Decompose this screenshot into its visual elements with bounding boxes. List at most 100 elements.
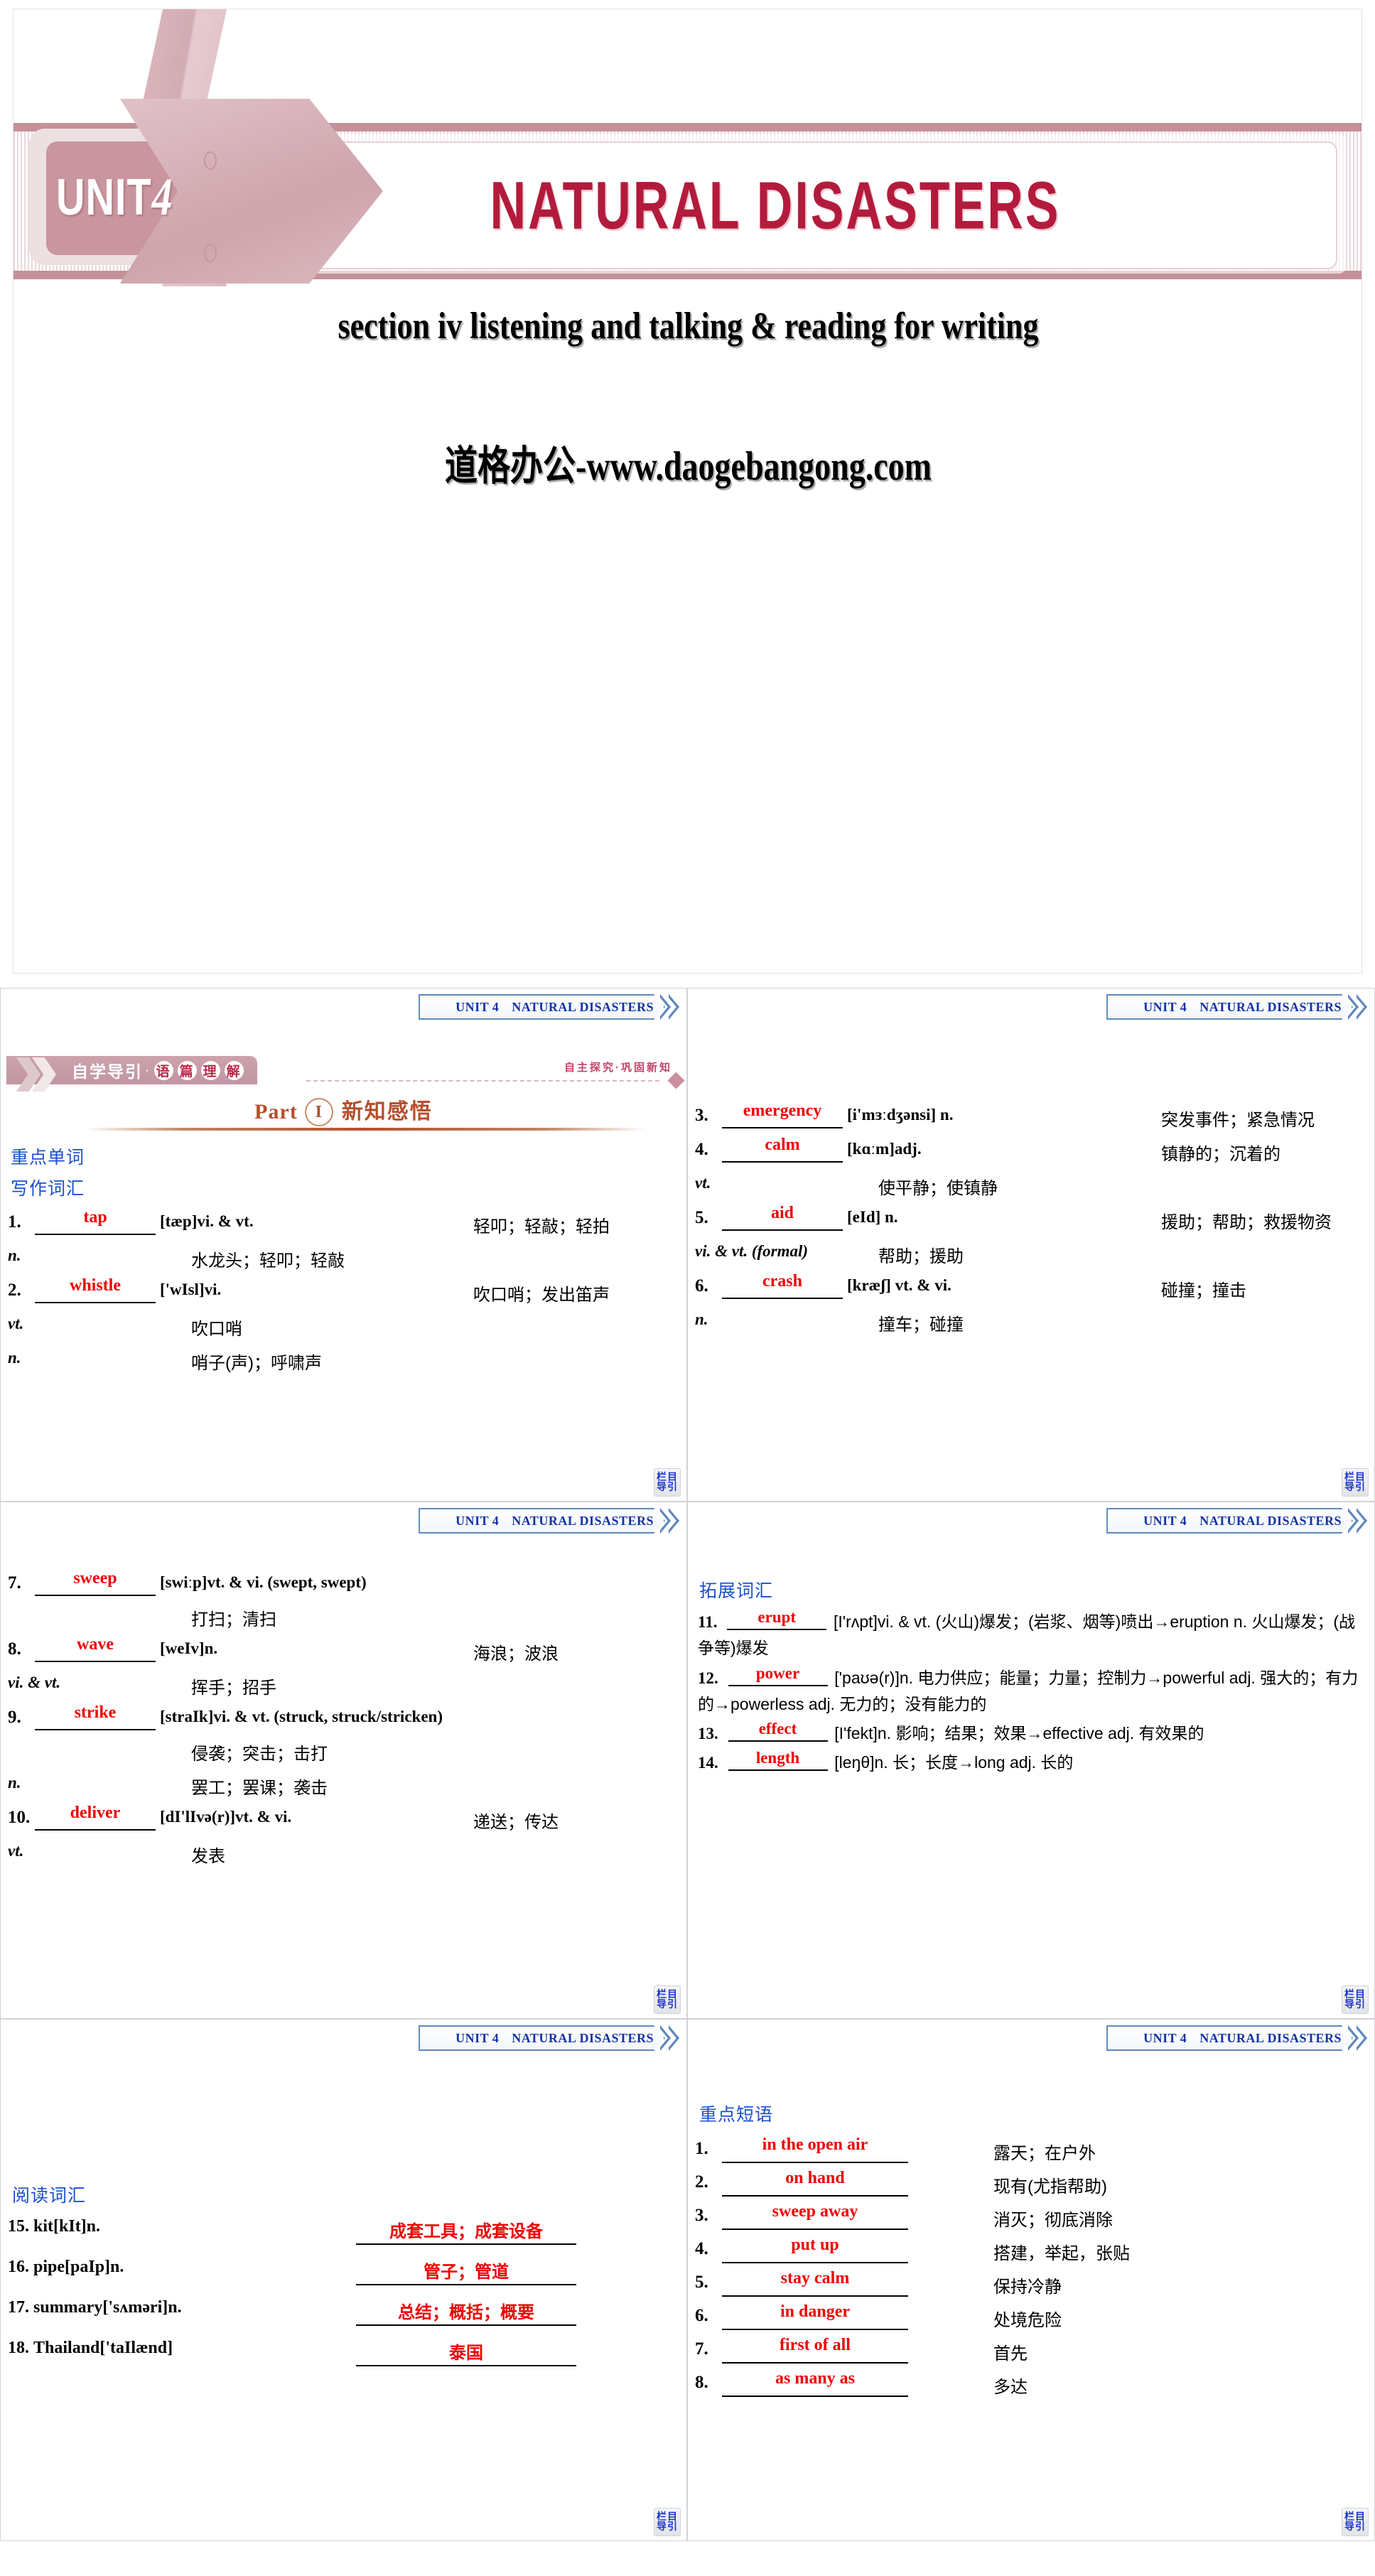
- section-tag-circled-0: 语: [153, 1060, 173, 1080]
- entry-number: 6.: [695, 2306, 708, 2325]
- subentry-pos: n.: [8, 1774, 21, 1791]
- slide-grid: UNIT 4 NATURAL DISASTERS 自学导引 · 语 篇 理 解 …: [0, 988, 1375, 2541]
- nav-index-button[interactable]: 栏目 导引: [1342, 2507, 1369, 2536]
- answer-text: length: [755, 1749, 800, 1767]
- entry-meaning: 轻叩；轻敲；轻拍: [473, 1217, 610, 1236]
- answer-blank: power: [728, 1664, 828, 1686]
- cover-subtitle: section iv listening and talking & readi…: [338, 305, 1039, 347]
- answer-blank: on hand: [722, 2169, 908, 2197]
- panel-ribbon-header: UNIT 4 NATURAL DISASTERS: [419, 1508, 679, 1534]
- answer-blank: tap: [35, 1208, 156, 1235]
- phrase-meaning: 保持冷静: [993, 2278, 1062, 2297]
- subentry-meaning: 侵袭；突击；击打: [191, 1745, 328, 1764]
- answer-text: erupt: [757, 1608, 797, 1626]
- word-entry: 7. sweep [swiːp]vt. & vi. (swept, swept): [1, 1569, 686, 1596]
- cover-title: NATURAL DISASTERS: [490, 168, 1061, 243]
- answer-blank: sweep: [35, 1569, 156, 1596]
- nav-button-line2: 导引: [1344, 1481, 1366, 1493]
- cover-slide: NATURAL DISASTERS UNIT4 section iv liste…: [0, 0, 1375, 988]
- answer-text: effect: [758, 1720, 797, 1737]
- entry-meaning: 镇静的；沉着的: [1161, 1145, 1280, 1164]
- extended-entry: 13. effect [I'fekt]n. 影响；结果；效果→effective…: [698, 1720, 1364, 1747]
- panel-ribbon-header: UNIT 4 NATURAL DISASTERS: [1106, 1508, 1367, 1534]
- answer-text: power: [755, 1664, 800, 1682]
- reading-entry-answer: 总结；概括；概要: [356, 2298, 576, 2326]
- ribbon-title: NATURAL DISASTERS: [1199, 2030, 1342, 2045]
- nav-button-line1: 栏目: [657, 1470, 678, 1482]
- nav-button-line1: 栏目: [657, 1988, 678, 2000]
- entry-word: pipe[paIp]n.: [33, 2258, 124, 2276]
- cover-brand-watermark: 道格办公-www.daogebangong.com: [445, 443, 932, 489]
- entry-number: 1.: [695, 2139, 708, 2158]
- phrase-entry: 2. on hand 现有(尤指帮助): [688, 2169, 1374, 2197]
- nav-button-line1: 栏目: [1344, 1988, 1366, 2000]
- section-tag-dashed-rule: [306, 1080, 659, 1082]
- nav-button-line1: 栏目: [657, 2510, 678, 2522]
- ribbon-unit: UNIT 4: [1143, 999, 1187, 1014]
- phrase-meaning: 消灭；彻底消除: [993, 2211, 1113, 2230]
- entry-phonetic-pos: [i'mɜːdʒənsi] n.: [847, 1106, 954, 1123]
- word-entry: 4. calm [kɑːm]adj. 镇静的；沉着的: [688, 1136, 1374, 1165]
- cover-ring-icon-bottom: [204, 244, 217, 262]
- reading-entry-answer: 成套工具；成套设备: [356, 2217, 576, 2245]
- phrase-meaning: 搭建，举起，张贴: [993, 2244, 1130, 2263]
- answer-text: deliver: [70, 1804, 121, 1822]
- slide-panel-4: UNIT 4 NATURAL DISASTERS 拓展词汇 11. erupt …: [687, 1502, 1375, 2019]
- entry-number: 8.: [8, 1639, 21, 1659]
- word-entry: 10. deliver [dI'lIvə(r)]vt. & vi. 递送；传达: [1, 1804, 686, 1833]
- reading-entry-left: 16. pipe[paIp]n.: [1, 2258, 356, 2277]
- answer-text: first of all: [780, 2336, 851, 2354]
- slide-panel-5: UNIT 4 NATURAL DISASTERS 阅读词汇 15. kit[kI…: [0, 2019, 687, 2541]
- answer-text: aid: [770, 1204, 794, 1222]
- nav-index-button[interactable]: 栏目 导引: [1342, 1985, 1369, 2014]
- nav-index-button[interactable]: 栏目 导引: [654, 1985, 681, 2014]
- phrase-meaning: 首先: [993, 2344, 1028, 2364]
- nav-button-line2: 导引: [657, 1481, 678, 1493]
- answer-blank: whistle: [35, 1276, 156, 1303]
- panel-ribbon-header: UNIT 4 NATURAL DISASTERS: [419, 994, 679, 1020]
- slide-panel-1: UNIT 4 NATURAL DISASTERS 自学导引 · 语 篇 理 解 …: [0, 988, 687, 1502]
- part-cn-title: 新知感悟: [341, 1100, 433, 1123]
- subentry-meaning: 水龙头；轻叩；轻敲: [191, 1251, 345, 1271]
- entry-meaning: 碰撞；撞击: [1161, 1281, 1246, 1300]
- nav-index-button[interactable]: 栏目 导引: [654, 1467, 681, 1497]
- entry-number: 2.: [8, 1281, 21, 1300]
- nav-index-button[interactable]: 栏目 导引: [1342, 1467, 1369, 1497]
- nav-index-button[interactable]: 栏目 导引: [654, 2507, 681, 2536]
- phrase-entry: 8. as many as 多达: [688, 2369, 1374, 2398]
- entry-number: 13.: [698, 1725, 718, 1742]
- answer-text: sweep away: [772, 2202, 858, 2221]
- cover-unit-word: UNIT: [56, 167, 152, 226]
- phrase-entry: 3. sweep away 消灭；彻底消除: [688, 2202, 1374, 2231]
- entry-number: 8.: [695, 2373, 708, 2392]
- subentry-pos: vt.: [8, 1842, 24, 1860]
- entry-phonetic-pos: [kɑːm]adj.: [847, 1140, 922, 1158]
- word-entry: 3. emergency [i'mɜːdʒənsi] n. 突发事件；紧急情况: [688, 1101, 1374, 1131]
- word-subentry: n. 哨子(声)；呼啸声: [1, 1349, 686, 1374]
- answer-text: strike: [74, 1703, 117, 1722]
- section-tag-right-text: 自主探究·巩固新知: [564, 1062, 672, 1074]
- slide-panel-6: UNIT 4 NATURAL DISASTERS 重点短语 1. in the …: [687, 2019, 1375, 2541]
- entry-number: 4.: [695, 1140, 708, 1159]
- word-subentry: 侵袭；突击；击打: [1, 1740, 686, 1764]
- subentry-pos: vi. & vt.: [8, 1674, 61, 1691]
- nav-button-line2: 导引: [657, 2521, 678, 2533]
- heading-writing-vocab: 写作词汇: [11, 1179, 85, 1199]
- ribbon-unit: UNIT 4: [1143, 2030, 1187, 2045]
- section-tag-circled-1: 篇: [177, 1060, 197, 1080]
- word-subentry: vt. 发表: [1, 1842, 686, 1867]
- answer-text: sweep: [73, 1569, 117, 1588]
- word-subentry: n. 罢工；罢课；袭击: [1, 1774, 686, 1799]
- reading-entry-list: 15. kit[kIt]n. 成套工具；成套设备 16. pipe[paIp]n…: [1, 2217, 686, 2379]
- ribbon-title: NATURAL DISASTERS: [1199, 1513, 1342, 1528]
- entry-number: 17.: [8, 2298, 29, 2317]
- answer-blank: sweep away: [722, 2202, 908, 2230]
- answer-blank: as many as: [722, 2369, 908, 2397]
- subentry-pos: vt.: [695, 1174, 711, 1192]
- subentry-meaning: 打扫；清扫: [191, 1610, 276, 1629]
- extended-entry-list: 11. erupt [I'rʌpt]vi. & vt. (火山)爆发；(岩浆、烟…: [698, 1608, 1364, 1779]
- part-heading: Part I 新知感悟: [1, 1094, 686, 1126]
- cover-title-box: NATURAL DISASTERS: [213, 141, 1337, 269]
- entry-number: 10.: [8, 1808, 31, 1827]
- subentry-meaning: 帮助；援助: [878, 1247, 964, 1266]
